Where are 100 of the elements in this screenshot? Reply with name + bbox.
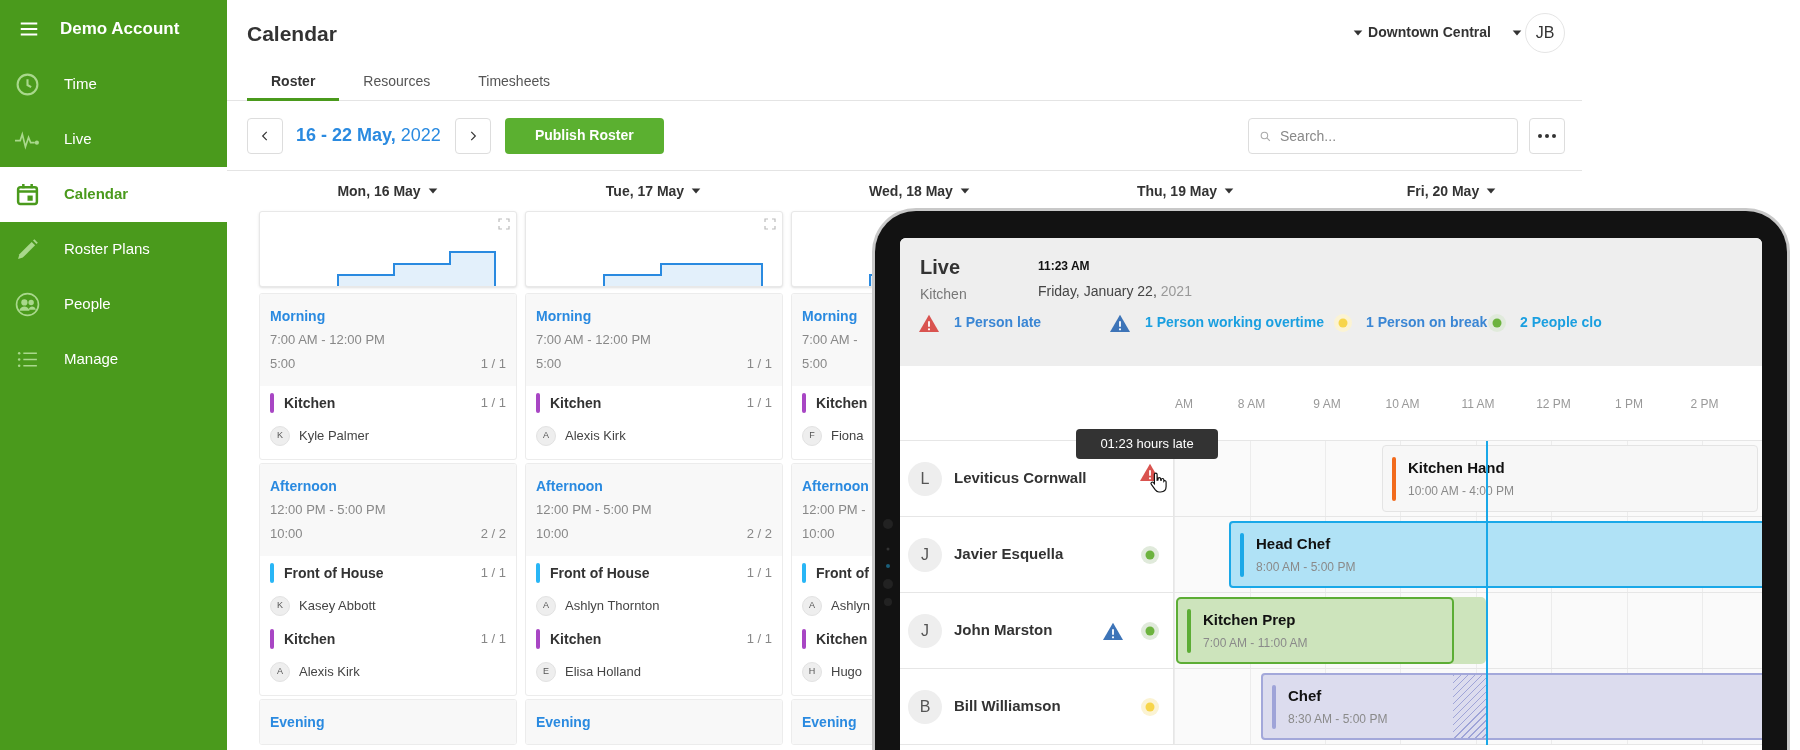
role-name: Kitchen (284, 629, 336, 649)
day-header[interactable]: Wed, 18 May (869, 180, 971, 202)
shift-filled-count: 1 / 1 (480, 355, 506, 373)
shift-title: Kitchen Prep (1203, 609, 1297, 630)
staff-avatar: A (270, 662, 290, 682)
sidebar-item[interactable]: Roster Plans (0, 222, 227, 277)
sidebar-item[interactable]: Manage (0, 332, 227, 387)
role-count: 1 / 1 (480, 564, 506, 583)
shift-time: 7:00 AM - (802, 331, 858, 349)
more-options-button[interactable] (1529, 117, 1565, 154)
alert-link[interactable]: 1 Person late (954, 312, 1042, 333)
person-name: Javier Esquella (954, 544, 1064, 565)
shift-name: Afternoon (536, 477, 603, 496)
account-name: Demo Account (60, 17, 180, 40)
sidebar-item[interactable]: Time (0, 57, 227, 112)
hour-label: 8 AM (1237, 396, 1266, 413)
page-title: Calendar (247, 20, 338, 47)
staff-avatar: K (270, 426, 290, 446)
alert-link[interactable]: 1 Person working overtime (1145, 312, 1324, 333)
shift-hours: 10:00 (270, 525, 303, 543)
staff-name: Ashlyn Thornton (565, 597, 660, 616)
role-count: 1 / 1 (746, 564, 772, 583)
current-time: 11:23 AM (1038, 258, 1090, 275)
next-week-button[interactable] (454, 117, 491, 154)
location-dropdown[interactable]: Downtown Central (1352, 22, 1491, 43)
search-field[interactable]: Search... (1248, 117, 1518, 154)
tab[interactable]: Timesheets (454, 65, 575, 101)
shift-filled-count: 1 / 1 (746, 355, 772, 373)
role-name: Kitchen (550, 629, 602, 649)
day-header[interactable]: Tue, 17 May (605, 180, 703, 202)
break-hatching (1453, 675, 1486, 738)
shift-time: 8:30 AM - 5:00 PM (1288, 711, 1388, 729)
date-range[interactable]: 16 - 22 May, 2022 (296, 122, 441, 149)
staff-name: Kyle Palmer (299, 427, 370, 446)
hand-cursor-icon (1149, 471, 1167, 495)
day-header[interactable]: Mon, 16 May (337, 180, 439, 202)
shift-time: 8:00 AM - 5:00 PM (1256, 559, 1356, 577)
alert-link[interactable]: 1 Person on break (1366, 312, 1488, 333)
tab[interactable]: Roster (247, 65, 340, 101)
publish-roster-button[interactable]: Publish Roster (504, 117, 664, 154)
shift-filled-count: 2 / 2 (480, 525, 506, 543)
staff-avatar: F (802, 426, 822, 446)
role-count: 1 / 1 (746, 394, 772, 413)
person-name: Leviticus Cornwall (954, 468, 1087, 489)
expand-icon[interactable] (498, 218, 510, 230)
staff-name: Hugo (831, 663, 863, 682)
status-dot-icon (1141, 546, 1159, 564)
day-header[interactable]: Fri, 20 May (1406, 180, 1498, 202)
shift-time: 7:00 AM - 12:00 PM (536, 331, 651, 349)
shift-name: Evening (536, 713, 591, 732)
staff-avatar: A (536, 426, 556, 446)
person-avatar: J (908, 537, 942, 572)
person-name: John Marston (954, 620, 1053, 641)
shift-time: 7:00 AM - 11:00 AM (1203, 635, 1308, 653)
hour-label: 11 AM (1461, 396, 1495, 413)
status-dot-icon (1141, 622, 1159, 640)
shift-time: 12:00 PM - (802, 501, 866, 519)
shift-name: Afternoon (270, 477, 337, 496)
shift-time: 12:00 PM - 5:00 PM (270, 501, 386, 519)
role-name: Kitchen (284, 393, 336, 413)
day-header[interactable]: Thu, 19 May (1136, 180, 1236, 202)
hour-label: 9 AM (1313, 396, 1341, 413)
shift-name: Morning (536, 307, 592, 326)
more-icon (1538, 133, 1556, 138)
sidebar-item[interactable]: Calendar (0, 167, 227, 222)
shift-name: Evening (270, 713, 325, 732)
shift-hours: 10:00 (536, 525, 569, 543)
shift-hours: 10:00 (802, 525, 835, 543)
shift-name: Afternoon (802, 477, 869, 496)
status-dot-icon (1488, 313, 1506, 332)
hour-label: AM (1175, 396, 1193, 413)
alert-link[interactable]: 2 People clo (1520, 312, 1602, 333)
tab[interactable]: Resources (339, 65, 455, 101)
staff-avatar: K (270, 596, 290, 616)
sidebar-item[interactable]: People (0, 277, 227, 332)
role-count: 1 / 1 (746, 630, 772, 649)
live-subtitle: Kitchen (920, 285, 967, 304)
shift-name: Morning (270, 307, 326, 326)
staff-name: Kasey Abbott (299, 597, 376, 616)
person-name: Bill Williamson (954, 696, 1061, 717)
sidebar-item[interactable]: Live (0, 112, 227, 167)
staff-name: Alexis Kirk (565, 427, 626, 446)
search-icon (1259, 129, 1272, 143)
shift-hours: 5:00 (802, 355, 828, 373)
shift-filled-count: 2 / 2 (746, 525, 772, 543)
hour-label: 2 PM (1690, 396, 1719, 413)
role-name: Front of House (550, 563, 650, 583)
people-icon (15, 292, 40, 317)
shift-time: 12:00 PM - 5:00 PM (536, 501, 652, 519)
role-name: Kitchen (816, 393, 868, 413)
staff-name: Elisa Holland (565, 663, 641, 682)
staff-avatar: E (536, 662, 556, 682)
person-avatar: J (908, 613, 942, 648)
expand-icon[interactable] (764, 218, 776, 230)
previous-week-button[interactable] (247, 117, 283, 154)
role-count: 1 / 1 (480, 630, 506, 649)
role-count: 1 / 1 (480, 394, 506, 413)
shift-time: 7:00 AM - 12:00 PM (270, 331, 385, 349)
hour-label: 1 PM (1615, 396, 1643, 413)
role-name: Front of House (284, 563, 384, 583)
